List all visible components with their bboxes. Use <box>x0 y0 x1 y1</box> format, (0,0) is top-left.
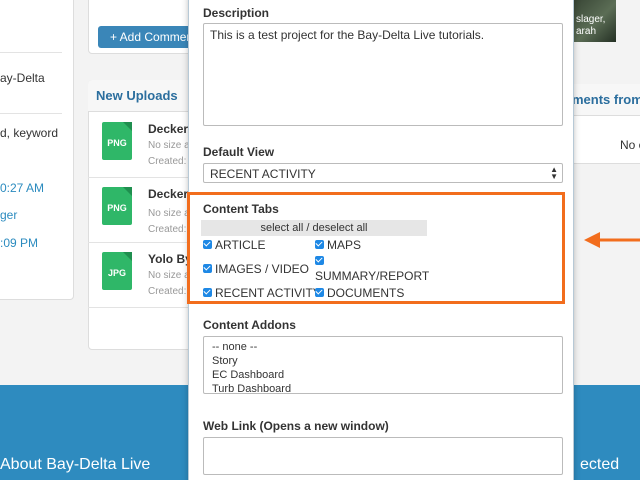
upload-size: No size a <box>148 270 190 281</box>
project-settings-modal: Description This is a test project for t… <box>187 0 574 480</box>
addon-option[interactable]: EC Dashboard <box>212 368 554 382</box>
left-time[interactable]: 0:27 AM <box>0 181 44 195</box>
checkbox-checked-icon[interactable] <box>203 240 212 249</box>
default-view-select[interactable]: RECENT ACTIVITY ▲ ▼ <box>203 163 563 183</box>
file-type: PNG <box>107 138 127 148</box>
addon-option[interactable]: -- none -- <box>212 340 554 354</box>
png-file-icon: PNG <box>102 122 132 160</box>
content-addons-label: Content Addons <box>203 318 296 332</box>
add-comment-button[interactable]: + Add Comment <box>98 26 198 48</box>
checkbox-label: DOCUMENTS <box>327 286 405 300</box>
upload-name[interactable]: Yolo By <box>148 252 192 266</box>
upload-item[interactable]: JPG Yolo By No size a Created: <box>88 246 198 308</box>
upload-item[interactable]: PNG Decker No size a Created: <box>88 181 198 243</box>
content-tabs-label: Content Tabs <box>203 202 279 216</box>
default-view-label: Default View <box>203 145 275 159</box>
select-arrows-icon: ▲ ▼ <box>550 165 558 181</box>
comments-title: ments from <box>572 92 640 107</box>
web-link-field[interactable] <box>203 437 563 475</box>
content-addons-listbox[interactable]: -- none -- Story EC Dashboard Turb Dashb… <box>203 336 563 396</box>
checkbox-label: MAPS <box>327 238 362 252</box>
checkbox-checked-icon[interactable] <box>203 264 212 273</box>
tab-checkbox-article[interactable]: ARTICLE <box>203 238 265 252</box>
tab-checkbox-recent-activity[interactable]: RECENT ACTIVITY <box>203 286 321 300</box>
annotation-arrow-icon <box>584 232 640 248</box>
upload-created: Created: <box>148 156 187 167</box>
upload-name[interactable]: Decker <box>148 122 188 136</box>
tab-checkbox-summary-report[interactable]: SUMMARY/REPORT <box>315 254 429 284</box>
file-type: PNG <box>107 203 127 213</box>
left-text: d, keyword <box>0 126 59 140</box>
photo-caption-line: slager, <box>576 14 606 25</box>
upload-item[interactable]: PNG Decker No size a Created: <box>88 116 198 178</box>
photo-caption-line: arah <box>576 26 597 37</box>
upload-created: Created: <box>148 224 187 235</box>
upload-size: No size a <box>148 208 190 219</box>
png-file-icon: PNG <box>102 187 132 225</box>
description-label: Description <box>203 6 270 20</box>
footer-about-heading: About Bay-Delta Live <box>0 456 151 473</box>
file-type: JPG <box>107 268 126 278</box>
upload-name[interactable]: Decker <box>148 187 188 201</box>
jpg-file-icon: JPG <box>102 252 132 290</box>
checkbox-label: SUMMARY/REPORT <box>315 269 430 283</box>
tab-checkbox-maps[interactable]: MAPS <box>315 238 361 252</box>
left-text: ay-Delta <box>0 71 45 85</box>
upload-size: No size a <box>148 140 190 151</box>
divider <box>0 113 62 114</box>
checkbox-checked-icon[interactable] <box>203 288 212 297</box>
default-view-value: RECENT ACTIVITY <box>210 167 316 181</box>
upload-created: Created: <box>148 286 187 297</box>
left-time[interactable]: :09 PM <box>0 236 38 250</box>
web-link-label: Web Link (Opens a new window) <box>203 419 389 433</box>
tab-checkbox-images-video[interactable]: IMAGES / VIDEO <box>203 262 309 276</box>
checkbox-checked-icon[interactable] <box>315 240 324 249</box>
select-all-toggle[interactable]: select all / deselect all <box>201 220 427 236</box>
checkbox-label: ARTICLE <box>215 238 266 252</box>
left-user-link[interactable]: ger <box>0 208 17 222</box>
tab-checkbox-documents[interactable]: DOCUMENTS <box>315 286 404 300</box>
description-field[interactable]: This is a test project for the Bay-Delta… <box>203 23 563 126</box>
footer-heading: ected <box>580 456 620 473</box>
divider <box>0 52 62 53</box>
left-card <box>0 0 74 300</box>
checkbox-label: IMAGES / VIDEO <box>215 262 310 276</box>
uploads-title: New Uploads <box>96 88 178 103</box>
checkbox-checked-icon[interactable] <box>315 256 324 265</box>
checkbox-checked-icon[interactable] <box>315 288 324 297</box>
addon-option[interactable]: Story <box>212 354 554 368</box>
photo-caption: slager, arah <box>576 14 605 38</box>
checkbox-label: RECENT ACTIVITY <box>215 286 321 300</box>
addon-option[interactable]: Turb Dashboard <box>212 382 554 396</box>
comments-empty-text: No c <box>620 138 640 152</box>
